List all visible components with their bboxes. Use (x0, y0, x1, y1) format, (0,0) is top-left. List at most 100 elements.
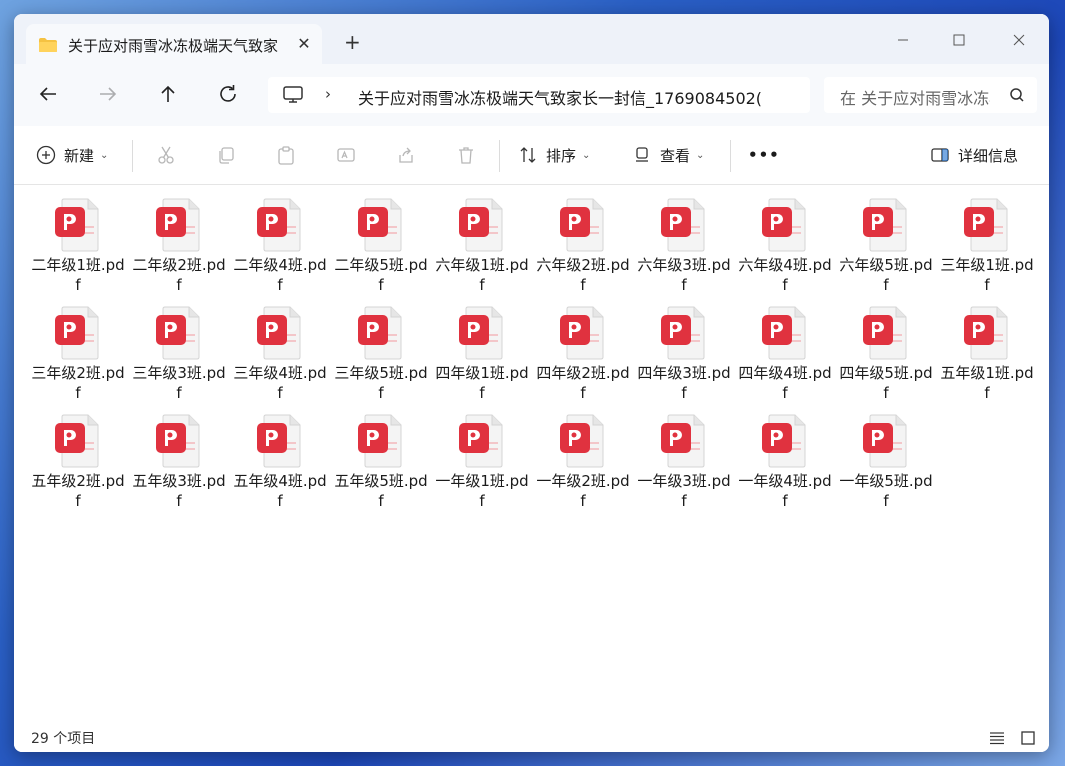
search-box[interactable]: 在 关于应对雨雪冰冻极端天气致家长一封信 中搜索 (824, 77, 1037, 113)
forward-button[interactable] (96, 82, 124, 110)
pdf-file-icon (658, 305, 710, 361)
file-item[interactable]: 五年级1班.pdf (939, 305, 1035, 403)
file-item[interactable]: 二年级4班.pdf (232, 197, 328, 295)
file-name: 六年级5班.pdf (839, 256, 933, 294)
new-button-label: 新建 (64, 146, 95, 165)
file-explorer-window: 关于应对雨雪冰冻极端天气致家长一封信_1769084502 ✕ + (14, 14, 1049, 752)
minimize-button[interactable] (880, 26, 926, 56)
minimize-icon (898, 39, 908, 41)
file-item[interactable]: 一年级5班.pdf (838, 413, 934, 511)
file-name: 五年级2班.pdf (31, 472, 125, 510)
clipboard-icon (278, 146, 294, 165)
pdf-file-icon (557, 305, 609, 361)
file-item[interactable]: 二年级1班.pdf (30, 197, 126, 295)
file-name: 五年级5班.pdf (334, 472, 428, 510)
pdf-file-icon (52, 305, 104, 361)
file-item[interactable]: 三年级3班.pdf (131, 305, 227, 403)
file-name: 六年级2班.pdf (536, 256, 630, 294)
sort-button[interactable]: 排序 ⌄ (518, 143, 590, 167)
pdf-file-icon (254, 197, 306, 253)
share-icon (399, 147, 413, 163)
file-item[interactable]: 二年级5班.pdf (333, 197, 429, 295)
folder-icon (38, 37, 58, 57)
tab-current-folder[interactable]: 关于应对雨雪冰冻极端天气致家长一封信_1769084502 ✕ (26, 24, 322, 64)
new-button[interactable]: 新建 ⌄ (36, 143, 108, 167)
copy-button[interactable] (216, 143, 236, 167)
file-item[interactable]: 四年级4班.pdf (737, 305, 833, 403)
arrow-left-icon (39, 87, 56, 101)
file-item[interactable]: 三年级5班.pdf (333, 305, 429, 403)
chevron-down-icon: ⌄ (696, 149, 705, 161)
up-button[interactable] (156, 82, 184, 110)
pdf-file-icon (557, 413, 609, 469)
arrow-up-icon (161, 85, 175, 102)
pdf-file-icon (153, 413, 205, 469)
file-item[interactable]: 一年级3班.pdf (636, 413, 732, 511)
file-item[interactable]: 三年级4班.pdf (232, 305, 328, 403)
file-item[interactable]: 四年级1班.pdf (434, 305, 530, 403)
file-item[interactable]: 六年级2班.pdf (535, 197, 631, 295)
rename-icon (337, 148, 355, 162)
details-view-button[interactable] (989, 730, 1005, 750)
file-item[interactable]: 六年级5班.pdf (838, 197, 934, 295)
pdf-file-icon (456, 305, 508, 361)
view-label: 查看 (660, 146, 691, 165)
divider (132, 140, 133, 172)
file-item[interactable]: 三年级2班.pdf (30, 305, 126, 403)
close-tab-button[interactable]: ✕ (294, 34, 314, 53)
file-name: 三年级1班.pdf (940, 256, 1034, 294)
file-item[interactable]: 四年级2班.pdf (535, 305, 631, 403)
details-pane-button[interactable]: 详细信息 (930, 143, 1018, 167)
share-button[interactable] (396, 143, 416, 167)
file-item[interactable]: 一年级4班.pdf (737, 413, 833, 511)
file-name: 四年级4班.pdf (738, 364, 832, 402)
pdf-file-icon (860, 413, 912, 469)
pdf-file-icon (52, 197, 104, 253)
computer-icon (282, 85, 304, 109)
file-item[interactable]: 六年级1班.pdf (434, 197, 530, 295)
breadcrumb-path[interactable]: 关于应对雨雪冰冻极端天气致家长一封信_1769084502( (358, 85, 778, 109)
pdf-file-icon (355, 197, 407, 253)
cut-button[interactable] (156, 143, 176, 167)
maximize-button[interactable] (936, 26, 982, 56)
pdf-file-icon (961, 305, 1013, 361)
file-item[interactable]: 四年级5班.pdf (838, 305, 934, 403)
plus-circle-icon (36, 145, 56, 165)
breadcrumb-chevron-icon[interactable]: › (325, 85, 331, 103)
file-name: 三年级4班.pdf (233, 364, 327, 402)
rename-button[interactable] (336, 143, 356, 167)
file-item[interactable]: 五年级2班.pdf (30, 413, 126, 511)
new-tab-button[interactable]: + (344, 32, 361, 52)
file-item[interactable]: 四年级3班.pdf (636, 305, 732, 403)
address-bar[interactable]: › 关于应对雨雪冰冻极端天气致家长一封信_1769084502( (268, 77, 810, 113)
search-input[interactable]: 在 关于应对雨雪冰冻极端天气致家长一封信 中搜索 (840, 85, 990, 109)
file-name: 二年级1班.pdf (31, 256, 125, 294)
file-list-area: 二年级1班.pdf 二年级2班.pdf 二年级4班.pdf 二年级5班.pdf 六年级1… (14, 185, 1049, 715)
file-item[interactable]: 五年级5班.pdf (333, 413, 429, 511)
pdf-file-icon (557, 197, 609, 253)
paste-button[interactable] (276, 143, 296, 167)
close-window-button[interactable] (996, 26, 1042, 56)
view-button[interactable]: 查看 ⌄ (632, 143, 704, 167)
trash-icon (459, 147, 473, 164)
delete-button[interactable] (456, 143, 476, 167)
command-bar: 新建 ⌄ 排序 ⌄ 查看 ⌄ ••• 详细信息 (14, 126, 1049, 185)
file-item[interactable]: 三年级1班.pdf (939, 197, 1035, 295)
file-item[interactable]: 六年级3班.pdf (636, 197, 732, 295)
details-label: 详细信息 (958, 146, 1019, 165)
file-item[interactable]: 六年级4班.pdf (737, 197, 833, 295)
file-item[interactable]: 五年级4班.pdf (232, 413, 328, 511)
file-item[interactable]: 二年级2班.pdf (131, 197, 227, 295)
file-name: 四年级2班.pdf (536, 364, 630, 402)
file-item[interactable]: 五年级3班.pdf (131, 413, 227, 511)
pdf-file-icon (658, 413, 710, 469)
file-item[interactable]: 一年级2班.pdf (535, 413, 631, 511)
title-bar: 关于应对雨雪冰冻极端天气致家长一封信_1769084502 ✕ + (14, 14, 1049, 64)
file-item[interactable]: 一年级1班.pdf (434, 413, 530, 511)
pdf-file-icon (355, 413, 407, 469)
more-options-button[interactable]: ••• (748, 143, 780, 167)
file-name: 一年级3班.pdf (637, 472, 731, 510)
refresh-button[interactable] (216, 82, 244, 110)
icons-view-button[interactable] (1020, 730, 1036, 750)
back-button[interactable] (36, 82, 64, 110)
